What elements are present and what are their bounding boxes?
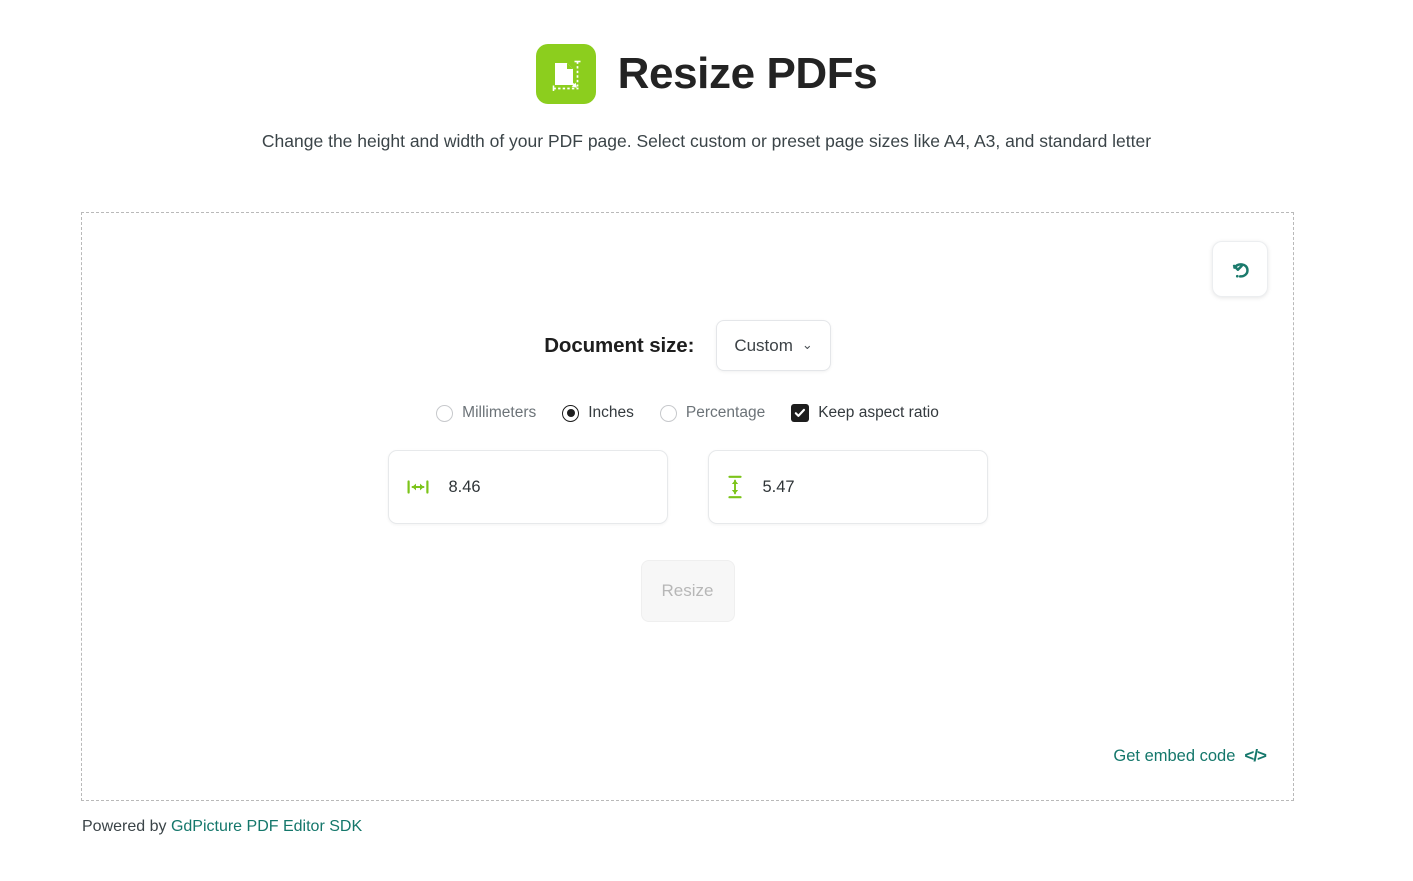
get-embed-code-label: Get embed code xyxy=(1113,746,1236,765)
page-title: Resize PDFs xyxy=(617,49,878,98)
radio-millimeters-icon xyxy=(436,404,454,422)
footer-prefix: Powered by xyxy=(82,818,171,835)
radio-label-percentage: Percentage xyxy=(685,404,766,421)
code-icon: </> xyxy=(1244,746,1267,765)
radio-inches-icon xyxy=(562,404,580,422)
panel-content: Document size: Custom ⌄ Millimeters Inch… xyxy=(82,213,1293,622)
resize-page-icon xyxy=(535,44,596,104)
tool-panel: Document size: Custom ⌄ Millimeters Inch… xyxy=(81,212,1294,801)
document-size-value: Custom xyxy=(734,335,793,355)
radio-percentage-icon xyxy=(659,404,677,422)
resize-pdfs-page: Resize PDFs Change the height and width … xyxy=(0,0,1413,881)
height-field[interactable] xyxy=(707,450,988,524)
document-size-label: Document size: xyxy=(544,333,695,357)
height-arrows-icon xyxy=(727,475,743,499)
width-arrows-icon xyxy=(407,479,429,495)
height-input[interactable] xyxy=(760,476,969,498)
page-header: Resize PDFs xyxy=(0,0,1413,104)
get-embed-code-link[interactable]: Get embed code </> xyxy=(1113,746,1267,766)
resize-button[interactable]: Resize xyxy=(640,560,735,622)
radio-option-percentage[interactable]: Percentage xyxy=(659,404,766,422)
radio-option-millimeters[interactable]: Millimeters xyxy=(436,404,536,422)
document-size-dropdown[interactable]: Custom ⌄ xyxy=(716,320,831,371)
radio-option-inches[interactable]: Inches xyxy=(562,404,634,422)
checkmark-icon xyxy=(791,404,810,422)
dimension-inputs-row xyxy=(387,450,988,524)
chevron-down-icon: ⌄ xyxy=(801,337,813,352)
radio-label-millimeters: Millimeters xyxy=(462,404,537,421)
page-subtitle: Change the height and width of your PDF … xyxy=(261,131,1152,151)
document-size-row: Document size: Custom ⌄ xyxy=(544,320,831,371)
unit-options-row: Millimeters Inches Percentage Keep aspec… xyxy=(436,404,939,422)
checkbox-keep-aspect-ratio[interactable]: Keep aspect ratio xyxy=(791,404,939,422)
footer: Powered by GdPicture PDF Editor SDK xyxy=(82,818,362,836)
footer-sdk-link[interactable]: GdPicture PDF Editor SDK xyxy=(171,818,362,835)
width-input[interactable] xyxy=(446,476,649,498)
radio-label-inches: Inches xyxy=(588,404,634,421)
keep-aspect-ratio-label: Keep aspect ratio xyxy=(818,404,939,421)
width-field[interactable] xyxy=(387,450,668,524)
